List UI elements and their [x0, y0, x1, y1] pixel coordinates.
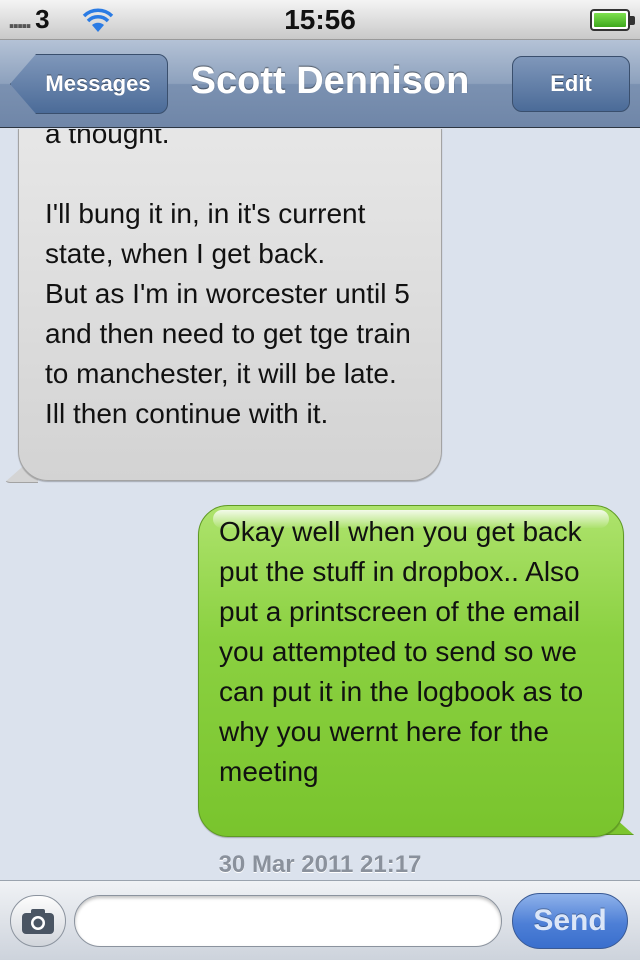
battery-icon — [590, 9, 635, 31]
conversation-thread[interactable]: a thought. I'll bung it in, in it's curr… — [0, 129, 640, 880]
battery-fill — [594, 13, 626, 27]
camera-icon — [22, 909, 54, 934]
message-input[interactable] — [74, 895, 502, 947]
incoming-message-text: a thought. I'll bung it in, in it's curr… — [45, 129, 411, 429]
status-time: 15:56 — [284, 4, 356, 35]
message-timestamp: 30 Mar 2011 21:17 — [218, 851, 422, 878]
edit-button[interactable]: Edit — [512, 56, 630, 112]
navigation-bar: Messages Scott Dennison Edit — [0, 40, 640, 128]
status-bar: ..... 3 15:56 — [0, 0, 640, 40]
conversation-title: Scott Dennison — [190, 60, 470, 102]
incoming-message-bubble[interactable]: a thought. I'll bung it in, in it's curr… — [18, 129, 442, 481]
camera-button[interactable] — [10, 895, 66, 947]
messages-back-button[interactable]: Messages — [10, 54, 168, 114]
outgoing-message-text: Okay well when you get back put the stuf… — [219, 516, 584, 787]
outgoing-message-bubble[interactable]: Okay well when you get back put the stuf… — [198, 505, 624, 837]
compose-bar: Send — [0, 880, 640, 960]
send-button[interactable]: Send — [512, 893, 628, 949]
